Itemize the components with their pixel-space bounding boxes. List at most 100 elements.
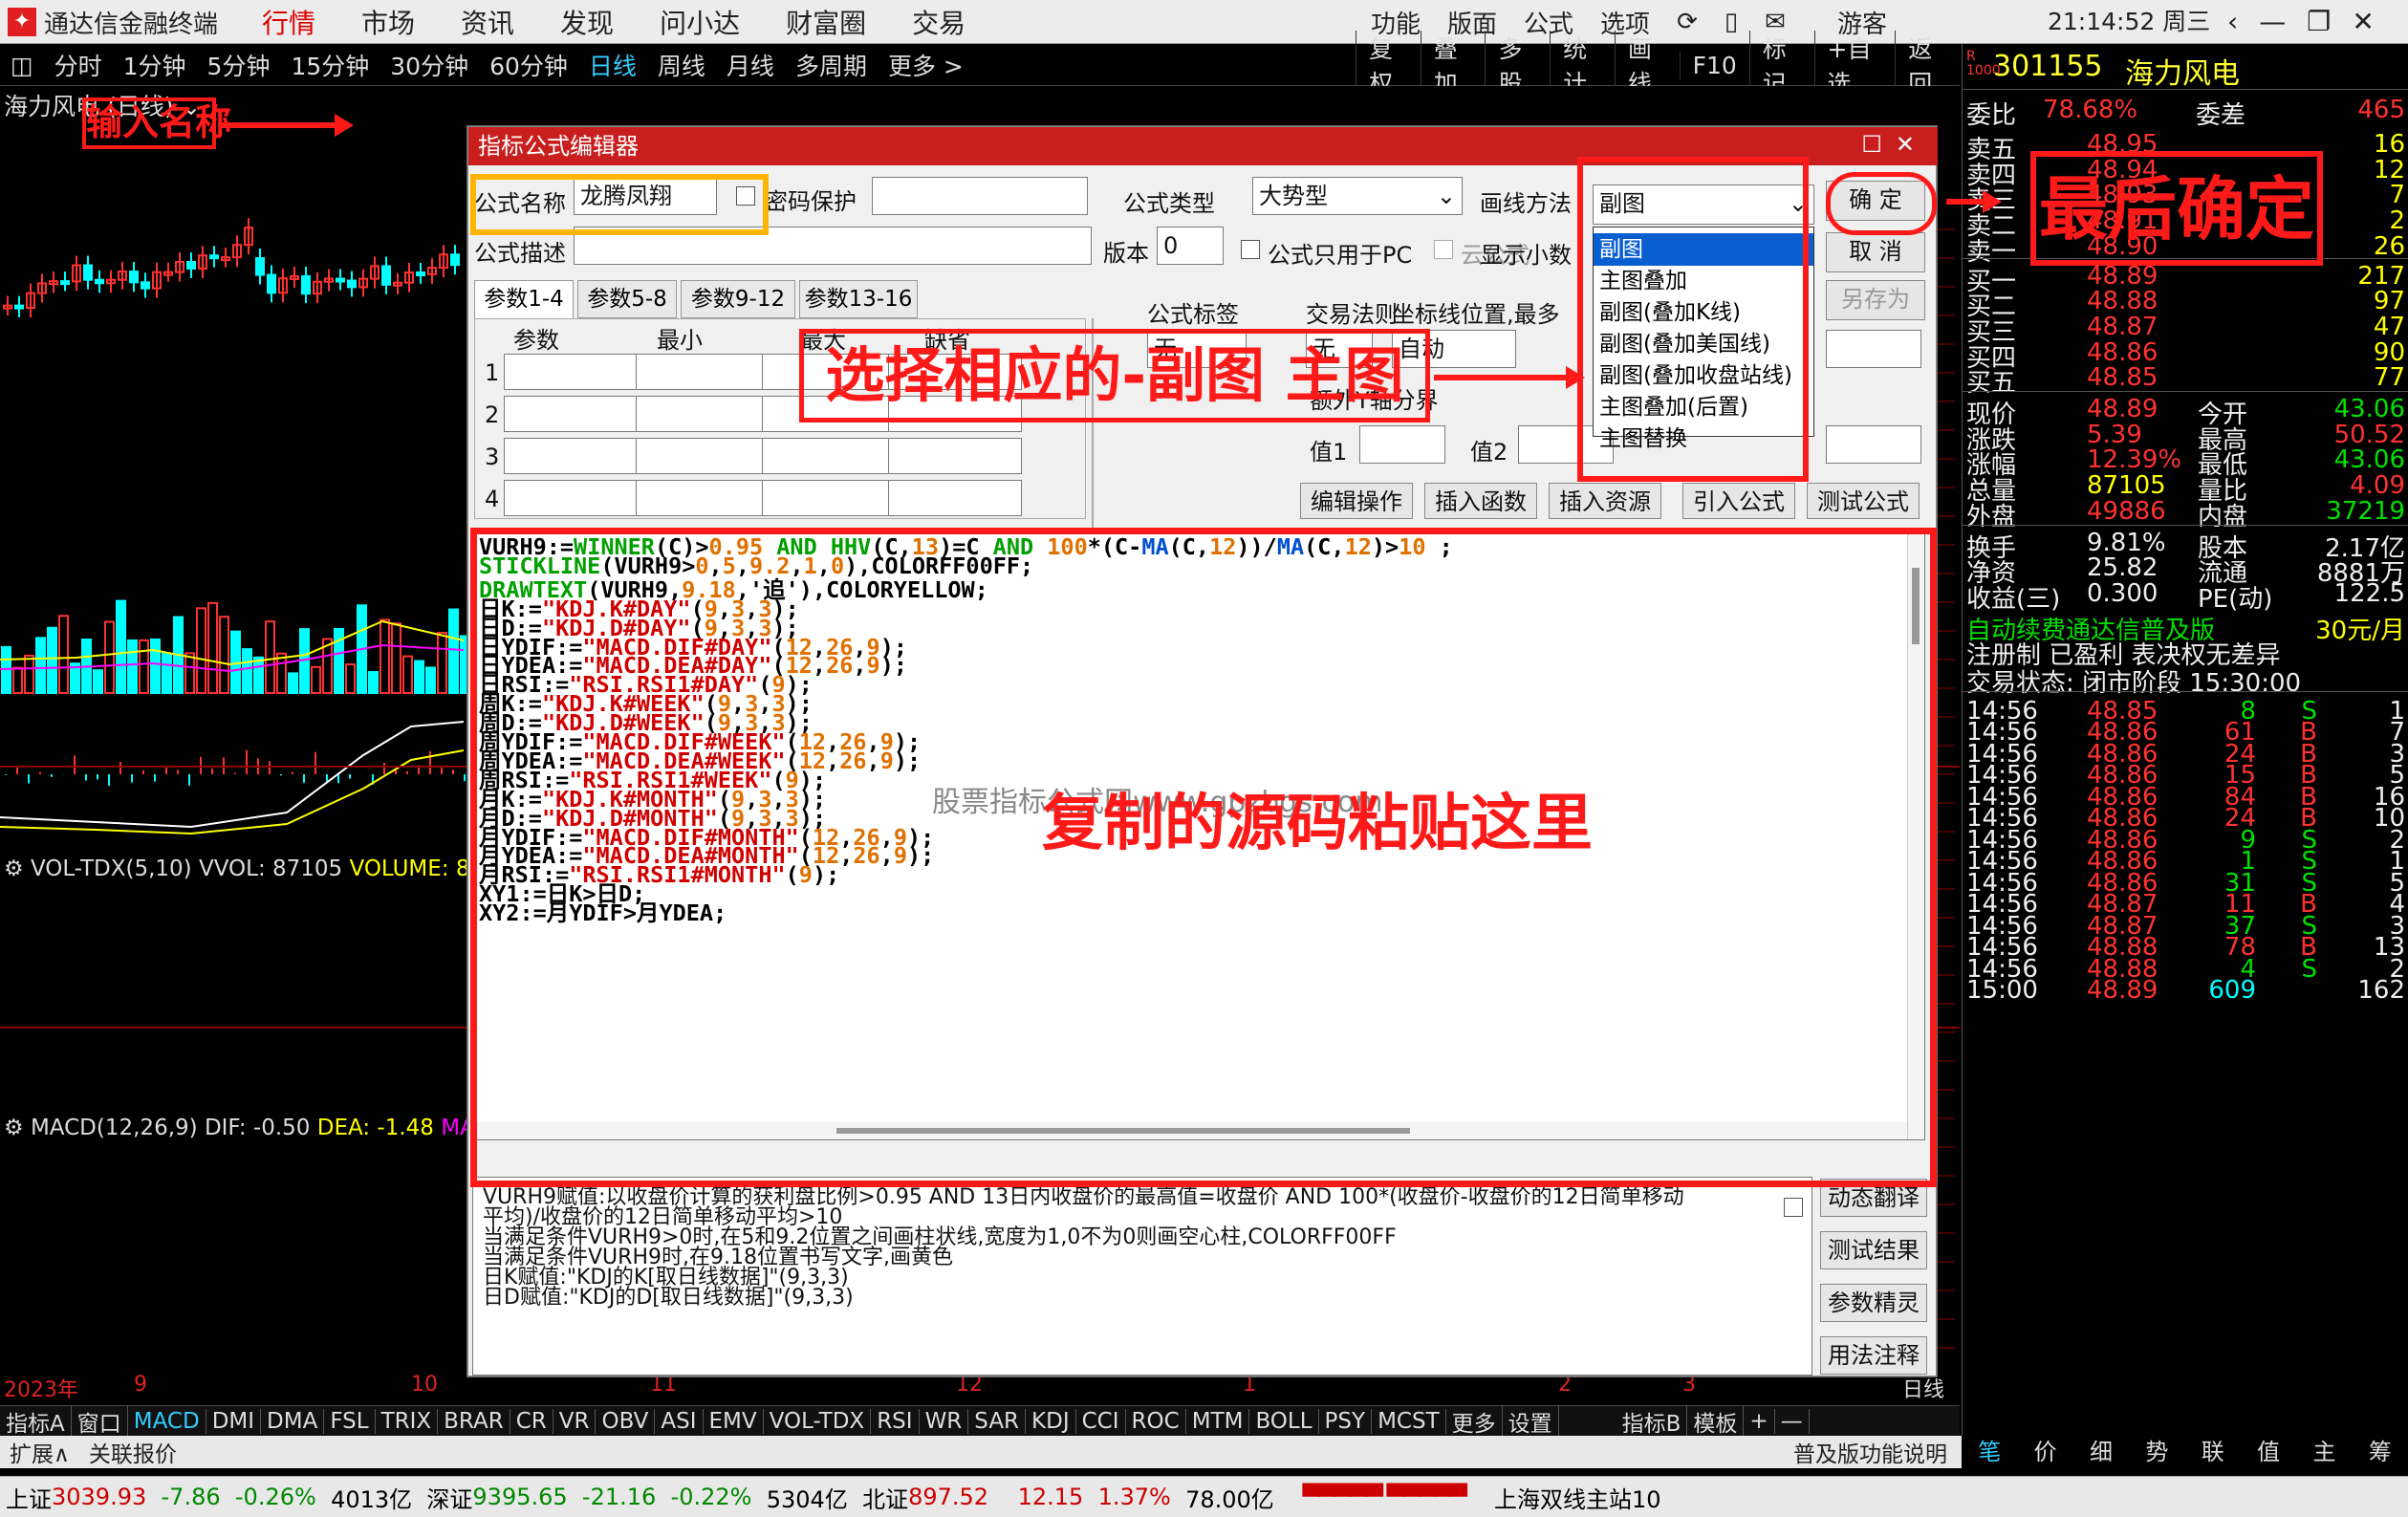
indicator-tab[interactable]: MACD (128, 1408, 206, 1434)
indicator-tab[interactable]: 设置 (1503, 1404, 1559, 1438)
indicator-tab[interactable]: BOLL (1249, 1408, 1319, 1434)
menu-ask[interactable]: 问小达 (637, 3, 763, 41)
extra-input[interactable] (1826, 330, 1921, 368)
period-more[interactable]: 更多 > (878, 48, 974, 82)
dialog-close-icon[interactable]: ✕ (1896, 131, 1928, 158)
indicator-tab[interactable]: MTM (1186, 1408, 1250, 1434)
indicator-tab[interactable]: ASI (655, 1408, 704, 1434)
indicator-tab[interactable]: + (1744, 1408, 1775, 1434)
param-input[interactable] (636, 438, 770, 474)
bz-index-label[interactable]: 北证 (862, 1481, 908, 1514)
minimize-icon[interactable]: — (2259, 6, 2307, 37)
param-input[interactable] (762, 480, 896, 516)
import-formula-button[interactable]: 引入公式 (1682, 483, 1795, 519)
tab-params-1-4[interactable]: 参数1-4 (474, 280, 574, 318)
indicator-tab[interactable]: EMV (704, 1408, 764, 1434)
quote-tab[interactable]: 价 (2017, 1436, 2072, 1468)
period-5min[interactable]: 5分钟 (197, 48, 281, 82)
param-input[interactable] (504, 438, 640, 474)
indicator-tab[interactable]: RSI (871, 1408, 920, 1434)
indicator-tab[interactable]: OBV (596, 1408, 656, 1434)
indicator-tab[interactable]: TRIX (376, 1408, 439, 1434)
quote-tab[interactable]: 筹 (2353, 1436, 2408, 1468)
period-weekly[interactable]: 周线 (647, 48, 716, 82)
param-input[interactable] (888, 480, 1022, 516)
param-input[interactable] (636, 354, 770, 390)
translate-checkbox[interactable] (1784, 1198, 1803, 1217)
period-monthly[interactable]: 月线 (716, 48, 785, 82)
period-30min[interactable]: 30分钟 (380, 48, 479, 82)
period-1min[interactable]: 1分钟 (113, 48, 197, 82)
param-input[interactable] (762, 438, 896, 474)
indicator-tab[interactable]: DMI (206, 1408, 262, 1434)
insert-resource-button[interactable]: 插入资源 (1549, 483, 1661, 519)
side-button[interactable]: 用法注释 (1820, 1336, 1927, 1375)
back-icon[interactable]: ‹ (2227, 6, 2259, 37)
val3-input[interactable] (1826, 425, 1921, 464)
period-multi[interactable]: 多周期 (785, 48, 878, 82)
pc-only-checkbox[interactable] (1241, 240, 1260, 259)
sh-index-label[interactable]: 上证 (0, 1481, 52, 1514)
cloud-checkbox[interactable] (1434, 240, 1453, 259)
period-intraday[interactable]: 分时 (44, 48, 113, 82)
indicator-tab[interactable]: 指标A (0, 1404, 72, 1438)
indicator-tab[interactable]: KDJ (1026, 1408, 1076, 1434)
password-input[interactable] (872, 177, 1088, 215)
formula-type-select[interactable]: 大势型 ⌄ (1252, 177, 1463, 215)
expand-button[interactable]: 扩展∧ (0, 1436, 79, 1468)
period-15min[interactable]: 15分钟 (280, 48, 380, 82)
server-label[interactable]: 上海双线主站10 (1494, 1481, 1661, 1514)
param-input[interactable] (504, 396, 640, 432)
indicator-tab[interactable]: BRAR (438, 1408, 510, 1434)
param-input[interactable] (504, 354, 640, 390)
menu-news[interactable]: 资讯 (438, 3, 537, 41)
close-icon[interactable]: ✕ (2352, 6, 2395, 37)
quote-tab[interactable]: 势 (2129, 1436, 2184, 1468)
tab-params-9-12[interactable]: 参数9-12 (681, 280, 795, 318)
indicator-tab[interactable]: 模板 (1687, 1404, 1745, 1438)
edit-op-button[interactable]: 编辑操作 (1300, 483, 1413, 519)
quote-tab[interactable]: 细 (2073, 1436, 2129, 1468)
menu-discover[interactable]: 发现 (537, 3, 637, 41)
panel-toggle-icon[interactable]: ◫ (0, 52, 44, 79)
val1-input[interactable] (1359, 425, 1445, 464)
quote-tab[interactable]: 值 (2241, 1436, 2296, 1468)
indicator-tab[interactable]: 更多 (1446, 1404, 1503, 1438)
side-button[interactable]: 测试结果 (1820, 1231, 1927, 1269)
param-input[interactable] (636, 480, 770, 516)
indicator-tab[interactable]: DMA (261, 1408, 325, 1434)
indicator-tab[interactable]: CR (510, 1408, 553, 1434)
edition-info-link[interactable]: 普及版功能说明 (1793, 1436, 1947, 1468)
quote-tab[interactable]: 笔 (1962, 1436, 2017, 1468)
maximize-icon[interactable]: ❐ (2307, 6, 2352, 37)
tab-params-5-8[interactable]: 参数5-8 (577, 280, 677, 318)
quote-tab[interactable]: 主 (2296, 1436, 2352, 1468)
quote-tab[interactable]: 联 (2185, 1436, 2241, 1468)
indicator-tab[interactable]: CCI (1076, 1408, 1126, 1434)
tool-f10[interactable]: F10 (1679, 51, 1749, 79)
indicator-tab[interactable]: PSY (1319, 1408, 1373, 1434)
menu-market[interactable]: 市场 (338, 3, 438, 41)
tab-params-13-16[interactable]: 参数13-16 (799, 280, 918, 318)
indicator-tab[interactable]: 指标B (1616, 1404, 1688, 1438)
period-daily[interactable]: 日线 (578, 48, 647, 82)
param-input[interactable] (504, 480, 640, 516)
menu-quotes[interactable]: 行情 (239, 3, 338, 41)
save-as-button[interactable]: 另存为 (1826, 280, 1925, 320)
period-60min[interactable]: 60分钟 (479, 48, 578, 82)
insert-function-button[interactable]: 插入函数 (1424, 483, 1537, 519)
indicator-tab[interactable]: VR (553, 1408, 597, 1434)
side-button[interactable]: 参数精灵 (1820, 1284, 1927, 1322)
indicator-tab[interactable]: SAR (968, 1408, 1027, 1434)
sz-index-label[interactable]: 深证 (426, 1481, 472, 1514)
param-input[interactable] (888, 438, 1022, 474)
indicator-tab[interactable]: — (1775, 1408, 1810, 1434)
restore-icon[interactable]: ☐ (1861, 131, 1896, 158)
menu-trade[interactable]: 交易 (889, 3, 988, 41)
indicator-tab[interactable]: VOL-TDX (764, 1408, 872, 1434)
related-quote-button[interactable]: 关联报价 (79, 1436, 186, 1468)
cancel-button[interactable]: 取 消 (1826, 232, 1925, 272)
indicator-tab[interactable]: MCST (1372, 1408, 1446, 1434)
indicator-tab[interactable]: FSL (324, 1408, 376, 1434)
phone-icon[interactable]: ▯ (1711, 8, 1751, 36)
